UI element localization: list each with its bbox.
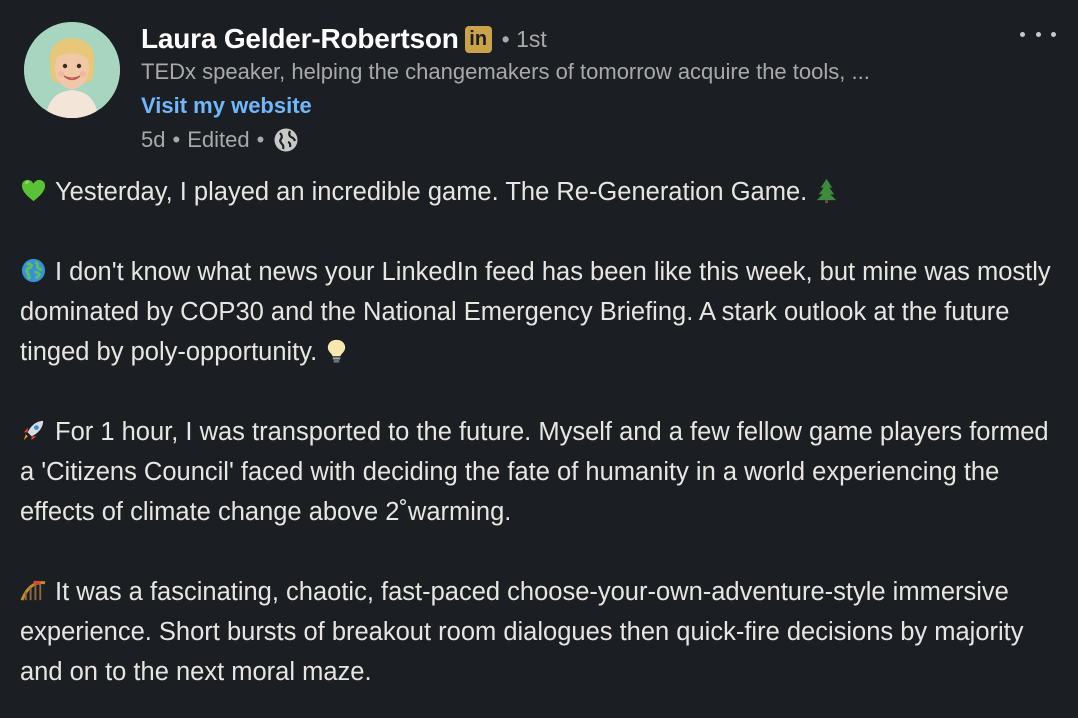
author-headline: TEDx speaker, helping the changemakers o… [141,59,870,84]
post-header: Laura Gelder-Robertson in • 1st TEDx spe… [141,20,998,153]
post-age: 5d [141,127,166,152]
more-dot [1051,31,1056,37]
evergreen-tree-icon [817,178,837,204]
paragraph-text: It was a fascinating, chaotic, fast-pace… [20,578,1024,686]
avatar[interactable] [24,22,120,118]
paragraph-text: Yesterday, I played an incredible game. … [55,178,808,206]
linkedin-premium-icon: in [464,25,492,53]
post-paragraph: I don't know what news your LinkedIn fee… [20,252,1060,372]
separator-dot: • [172,127,181,152]
paragraph-text: I don't know what news your LinkedIn fee… [20,258,1051,366]
author-name-line: Laura Gelder-Robertson in • 1st [141,20,998,58]
globe-earth-icon [21,258,46,283]
visit-website-link[interactable]: Visit my website [141,93,312,119]
author-name[interactable]: Laura Gelder-Robertson [141,23,459,55]
avatar-illustration [24,22,120,118]
more-options-button[interactable] [1020,22,1056,46]
post-paragraph: For 1 hour, I was transported to the fut… [20,412,1060,532]
roller-coaster-icon [20,580,46,601]
separator-dot: • [256,127,265,152]
edited-label: Edited [187,127,250,152]
linkedin-post: Laura Gelder-Robertson in • 1st TEDx spe… [0,0,1078,718]
post-meta: 5d • Edited • [141,127,998,153]
more-dot [1020,31,1025,37]
green-heart-icon [21,179,46,202]
globe-icon [274,128,298,152]
rocket-icon [23,420,44,441]
post-paragraph: Yesterday, I played an incredible game. … [20,172,1060,212]
connection-degree: • 1st [501,25,547,52]
light-bulb-icon [328,339,346,363]
more-dot [1035,31,1041,37]
connection-degree-label: 1st [516,25,547,52]
post-body: Yesterday, I played an incredible game. … [20,172,1060,718]
post-paragraph: It was a fascinating, chaotic, fast-pace… [20,572,1060,692]
paragraph-text: For 1 hour, I was transported to the fut… [20,418,1049,526]
